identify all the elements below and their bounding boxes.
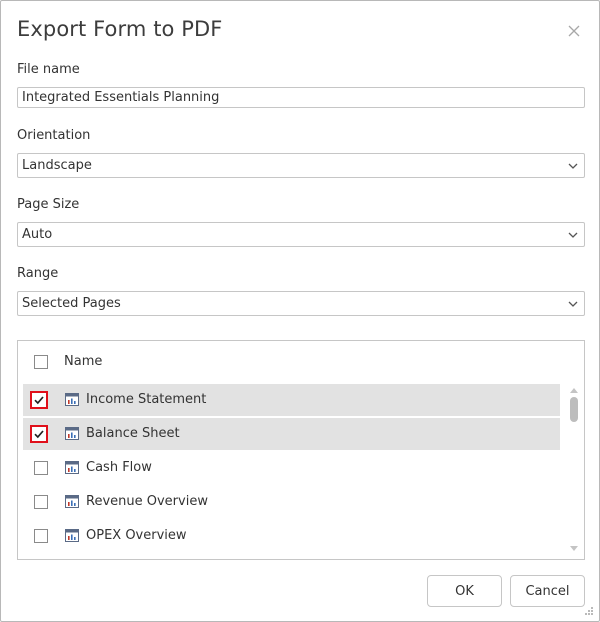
scroll-up-icon[interactable] [569,386,579,394]
list-header: Name [18,341,584,383]
page-size-value: Auto [22,227,53,242]
report-icon [65,461,79,474]
range-label: Range [17,266,59,281]
export-pdf-dialog: Export Form to PDF File name Integrated … [0,0,600,622]
report-icon [65,393,79,406]
row-label: Cash Flow [86,460,152,475]
chevron-down-icon [568,163,578,169]
row-checkbox[interactable] [34,495,48,509]
list-item[interactable]: Revenue Overview [23,486,560,518]
name-column-header: Name [64,354,103,369]
row-label: Revenue Overview [86,494,208,509]
dialog-title: Export Form to PDF [17,17,223,41]
file-name-input[interactable]: Integrated Essentials Planning [17,87,585,108]
file-name-label: File name [17,62,80,77]
range-value: Selected Pages [22,296,121,311]
chevron-down-icon [568,232,578,238]
select-all-checkbox[interactable] [34,355,48,369]
orientation-value: Landscape [22,158,92,173]
row-checkbox[interactable] [34,461,48,475]
pages-rows: Income Statement Balance Sheet Cash Flow… [23,384,561,556]
scroll-thumb[interactable] [570,397,578,422]
cancel-button[interactable]: Cancel [510,575,585,607]
report-icon [65,529,79,542]
list-scrollbar[interactable] [567,384,581,556]
pages-list: Name Income Statement Balance Sheet Cash… [17,340,585,560]
row-label: Balance Sheet [86,426,180,441]
orientation-label: Orientation [17,128,91,143]
list-item[interactable]: OPEX Overview [23,520,560,552]
range-select[interactable]: Selected Pages [17,291,585,316]
row-checkbox[interactable] [30,425,48,443]
file-name-value: Integrated Essentials Planning [22,90,220,105]
list-item[interactable]: Cash Flow [23,452,560,484]
page-size-label: Page Size [17,197,80,212]
chevron-down-icon [568,301,578,307]
resize-grip-icon[interactable] [584,606,594,616]
list-item[interactable]: Balance Sheet [23,418,560,450]
report-icon [65,495,79,508]
ok-button[interactable]: OK [427,575,502,607]
row-checkbox[interactable] [34,529,48,543]
report-icon [65,427,79,440]
page-size-select[interactable]: Auto [17,222,585,247]
list-item[interactable]: Income Statement [23,384,560,416]
close-icon[interactable] [566,23,582,39]
scroll-down-icon[interactable] [569,545,579,553]
row-label: OPEX Overview [86,528,187,543]
row-label: Income Statement [86,392,207,407]
row-checkbox[interactable] [30,391,48,409]
orientation-select[interactable]: Landscape [17,153,585,178]
